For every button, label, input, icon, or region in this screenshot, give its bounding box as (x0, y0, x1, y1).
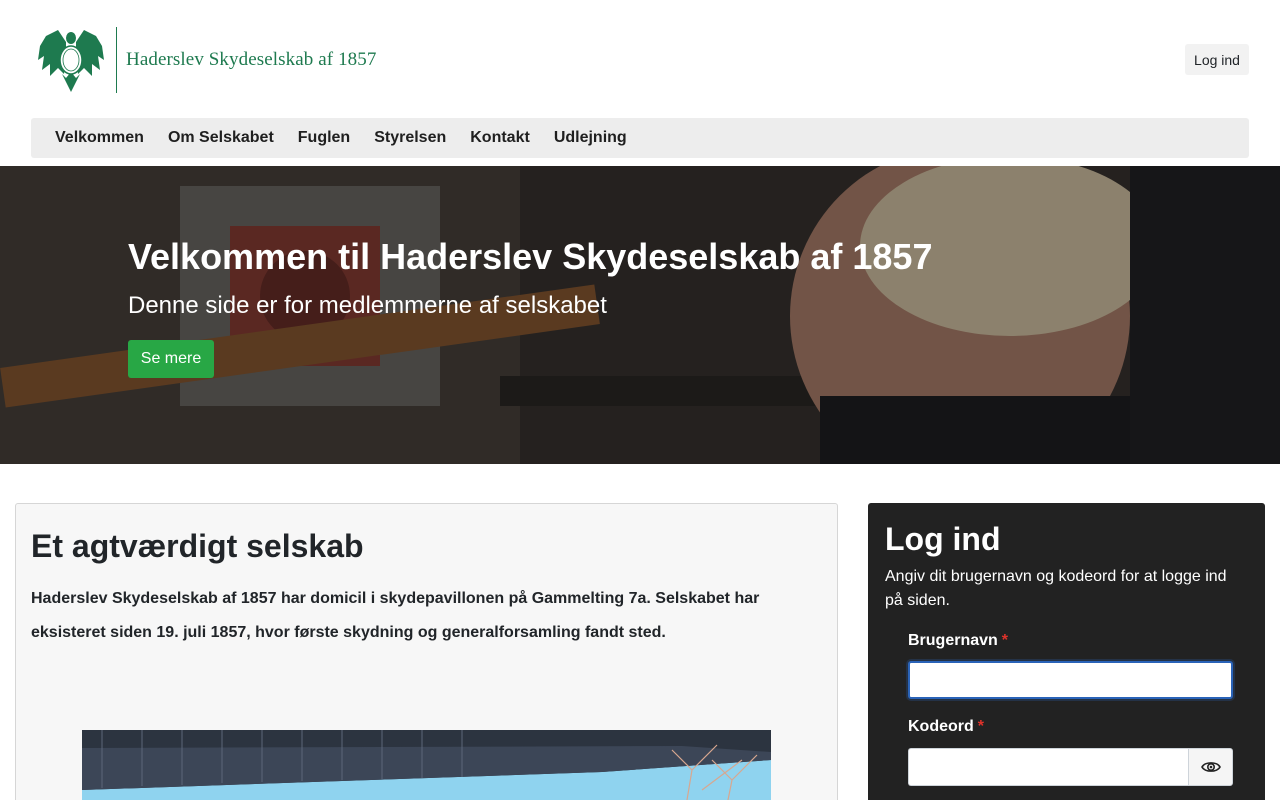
password-field-group (908, 748, 1233, 786)
logo-text: Haderslev Skydeselskab af 1857 (126, 49, 377, 70)
login-description: Angiv dit brugernavn og kodeord for at l… (885, 568, 1227, 609)
password-label: Kodeord * (908, 718, 984, 736)
login-title: Log ind (885, 521, 1001, 557)
hero-content: Velkommen til Haderslev Skydeselskab af … (128, 236, 932, 378)
nav-item-udlejning[interactable]: Udlejning (554, 129, 627, 147)
logo-divider (116, 27, 117, 93)
required-mark: * (1001, 632, 1009, 649)
main-nav: Velkommen Om Selskabet Fuglen Styrelsen … (31, 118, 1249, 158)
password-input[interactable] (908, 748, 1188, 786)
show-password-button[interactable] (1188, 748, 1233, 786)
intro-card: Et agtværdigt selskab Haderslev Skydesel… (15, 503, 838, 800)
login-card: Log ind Angiv dit brugernavn og kodeord … (868, 503, 1265, 800)
intro-title: Et agtværdigt selskab (31, 528, 364, 564)
eye-icon (1200, 762, 1221, 772)
username-input[interactable] (908, 661, 1233, 699)
site-logo[interactable]: Haderslev Skydeselskab af 1857 (36, 26, 376, 94)
intro-text: Haderslev Skydeselskab af 1857 har domic… (31, 590, 760, 641)
site-header: Haderslev Skydeselskab af 1857 Log ind (0, 0, 1280, 118)
hero-subtitle: Denne side er for medlemmerne af selskab… (128, 292, 607, 319)
login-button[interactable]: Log ind (1185, 44, 1249, 75)
username-label-text: Brugernavn (908, 632, 998, 649)
nav-item-velkommen[interactable]: Velkommen (55, 129, 144, 147)
nav-item-om-selskabet[interactable]: Om Selskabet (168, 129, 274, 147)
page: Haderslev Skydeselskab af 1857 Log ind V… (0, 0, 1280, 800)
eagle-emblem-icon (38, 30, 104, 92)
hero-title: Velkommen til Haderslev Skydeselskab af … (128, 236, 933, 277)
nav-item-fuglen[interactable]: Fuglen (298, 129, 350, 147)
nav-item-styrelsen[interactable]: Styrelsen (374, 129, 446, 147)
password-label-text: Kodeord (908, 718, 974, 735)
username-label: Brugernavn * (908, 632, 1008, 650)
nav-item-kontakt[interactable]: Kontakt (470, 129, 530, 147)
pavilion-photo (82, 730, 771, 800)
see-more-button[interactable]: Se mere (128, 340, 214, 378)
required-mark: * (977, 718, 985, 735)
hero-banner: Velkommen til Haderslev Skydeselskab af … (0, 166, 1280, 464)
